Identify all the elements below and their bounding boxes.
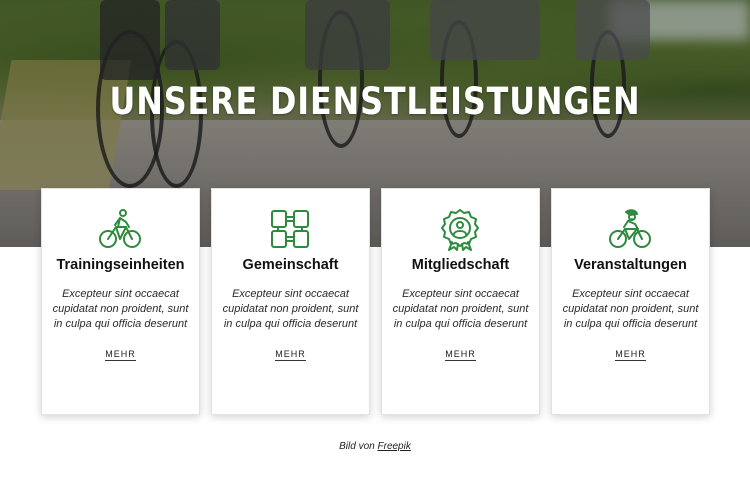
- hands-together-icon: [268, 207, 312, 251]
- service-card-community: Gemeinschaft Excepteur sint occaecat cup…: [211, 188, 370, 415]
- card-text: Excepteur sint occaecat cupidatat non pr…: [392, 288, 529, 330]
- card-text: Excepteur sint occaecat cupidatat non pr…: [52, 288, 189, 330]
- image-credit: Bild von Freepik: [0, 441, 750, 452]
- page-title: UNSERE DIENSTLEISTUNGEN: [109, 80, 641, 123]
- racing-cyclist-icon: [608, 207, 652, 251]
- cyclist-icon: [98, 207, 142, 251]
- freepik-link[interactable]: Freepik: [378, 441, 411, 452]
- more-link[interactable]: MEHR: [105, 349, 136, 361]
- service-card-events: Veranstaltungen Excepteur sint occaecat …: [551, 188, 710, 415]
- more-link[interactable]: MEHR: [275, 349, 306, 361]
- card-title: Trainingseinheiten: [56, 257, 185, 273]
- award-badge-icon: [438, 207, 482, 251]
- card-title: Gemeinschaft: [242, 257, 339, 273]
- card-title: Veranstaltungen: [574, 257, 687, 273]
- service-card-trainings: Trainingseinheiten Excepteur sint occaec…: [41, 188, 200, 415]
- more-link[interactable]: MEHR: [445, 349, 476, 361]
- card-text: Excepteur sint occaecat cupidatat non pr…: [222, 288, 359, 330]
- service-card-membership: Mitgliedschaft Excepteur sint occaecat c…: [381, 188, 540, 415]
- card-title: Mitgliedschaft: [411, 257, 510, 273]
- more-link[interactable]: MEHR: [615, 349, 646, 361]
- credit-prefix: Bild von: [339, 441, 375, 452]
- card-text: Excepteur sint occaecat cupidatat non pr…: [562, 288, 699, 330]
